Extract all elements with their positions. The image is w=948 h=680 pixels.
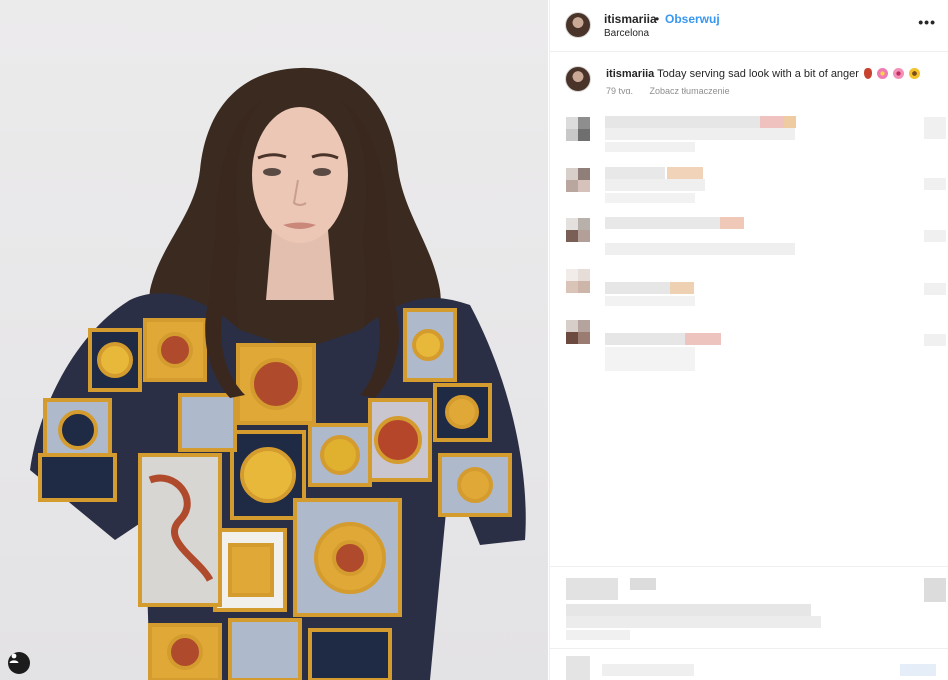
actions-divider <box>550 566 948 567</box>
caption: itismariia Today serving sad look with a… <box>550 56 948 104</box>
avatar[interactable] <box>565 12 591 38</box>
separator-dot: • <box>655 12 660 26</box>
publish-button[interactable] <box>900 664 936 676</box>
caption-time: 79 tyg. <box>606 86 634 94</box>
post-sidebar: itismariia • Obserwuj Barcelona ••• itis… <box>549 0 948 680</box>
flower-emoji-icon <box>877 68 889 79</box>
comment-text <box>605 116 760 128</box>
comment-line <box>605 128 795 140</box>
caption-avatar[interactable] <box>565 66 591 92</box>
more-options-icon[interactable]: ••• <box>918 14 936 30</box>
post-header: itismariia • Obserwuj Barcelona ••• <box>550 0 948 52</box>
comment-meta <box>605 296 695 306</box>
location-link[interactable]: Barcelona <box>604 28 649 39</box>
caption-text: itismariia Today serving sad look with a… <box>606 68 921 80</box>
caption-body: Today serving sad look with a bit of ang… <box>657 68 859 80</box>
follow-button[interactable]: Obserwuj <box>665 12 720 26</box>
comment-line <box>605 179 705 191</box>
comment-avatar[interactable] <box>566 117 590 141</box>
rose-emoji-icon <box>864 68 873 79</box>
comment-line <box>605 243 795 255</box>
post-date <box>566 630 630 640</box>
comment-meta <box>605 142 695 152</box>
comment-avatar[interactable] <box>566 168 590 192</box>
comment-meta <box>605 193 695 203</box>
translate-link[interactable]: Zobacz tłumaczenie <box>650 86 730 94</box>
like-icon[interactable] <box>924 178 946 190</box>
comment-text <box>605 333 685 345</box>
like-icon[interactable] <box>924 334 946 346</box>
comment-avatar[interactable] <box>566 320 590 344</box>
sunflower-emoji-icon <box>909 68 921 79</box>
bookmark-icon[interactable] <box>924 578 946 602</box>
comment-text <box>605 167 665 179</box>
post-photo[interactable] <box>0 0 548 680</box>
user-tag-icon[interactable] <box>8 652 30 674</box>
likes-count <box>566 604 811 616</box>
comment-input[interactable] <box>602 664 694 676</box>
caption-meta: 79 tyg. Zobacz tłumaczenie <box>606 86 744 94</box>
comment-emoji <box>670 282 694 294</box>
comment-emoji <box>667 167 703 179</box>
comment-emoji <box>685 333 721 345</box>
comment-avatar[interactable] <box>566 218 590 242</box>
comment-divider <box>550 648 948 649</box>
like-icon[interactable] <box>924 230 946 242</box>
action-icons[interactable] <box>566 578 618 600</box>
share-icon[interactable] <box>630 578 656 590</box>
comment-emoji <box>760 116 784 128</box>
likes-line <box>566 616 821 628</box>
comment-emoji <box>720 217 744 229</box>
comment-meta <box>605 347 695 371</box>
emoji-picker-icon[interactable] <box>566 656 590 680</box>
caption-username[interactable]: itismariia <box>606 68 654 80</box>
like-icon[interactable] <box>924 283 946 295</box>
comment-emoji <box>784 116 796 128</box>
photo-illustration <box>30 67 526 680</box>
hibiscus-emoji-icon <box>893 68 905 79</box>
comment-avatar[interactable] <box>566 269 590 293</box>
comment-text <box>605 217 720 229</box>
like-icon[interactable] <box>924 117 946 139</box>
username-link[interactable]: itismariia <box>604 12 657 26</box>
